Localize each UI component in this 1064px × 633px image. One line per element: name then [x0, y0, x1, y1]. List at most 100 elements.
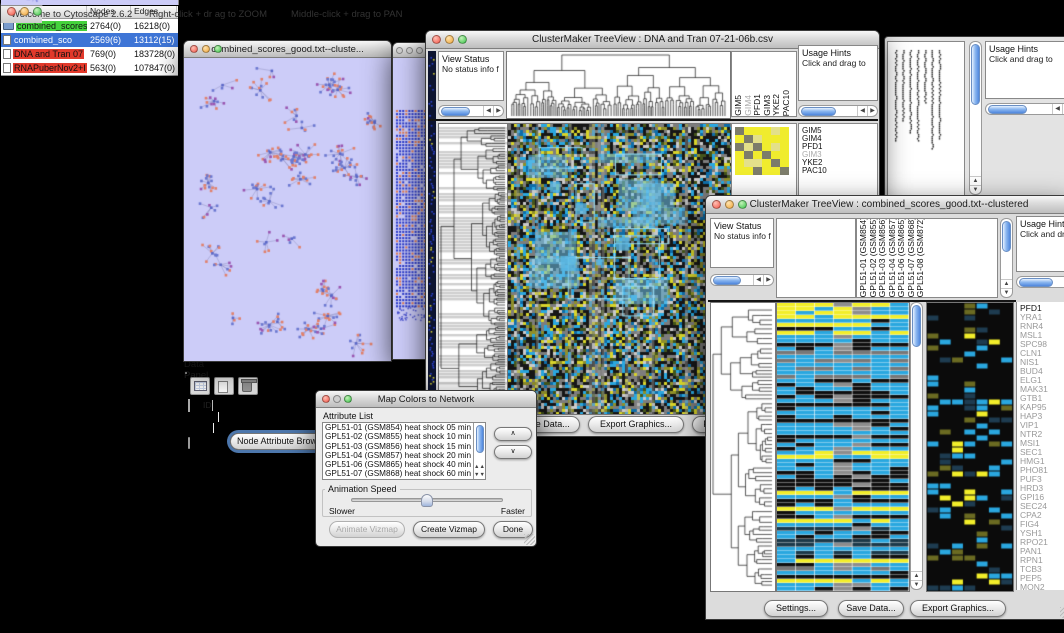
matrix-cell[interactable]: [762, 143, 771, 151]
network-table-row[interactable]: RNAPuberNov2+I563(0)107847(0): [1, 61, 178, 75]
matrix-cell[interactable]: [735, 159, 744, 167]
minimize-button[interactable]: [445, 35, 454, 44]
selection-heatmap[interactable]: [735, 127, 789, 175]
matrix-cell[interactable]: [735, 127, 744, 135]
matrix-cell[interactable]: [753, 127, 762, 135]
animate-vizmap-button[interactable]: Animate Vizmap: [329, 521, 405, 538]
matrix-cell[interactable]: [780, 167, 789, 175]
data-panel-hscrollbar[interactable]: [188, 437, 190, 449]
column-header[interactable]: DNA and Tran 07-21-06b...: [213, 400, 217, 411]
matrix-cell[interactable]: [744, 167, 753, 175]
zoom-button[interactable]: [458, 35, 467, 44]
column-header[interactable]: ID: [189, 400, 213, 411]
attribute-item[interactable]: GPL51-03 (GSM856) heat shock 15 min: [323, 442, 485, 451]
network-table-row[interactable]: DNA and Tran 07769(0)183728(0): [1, 47, 178, 61]
create-vizmap-button[interactable]: Create Vizmap: [413, 521, 485, 538]
zoom-button[interactable]: [416, 47, 423, 54]
table-mode-icon[interactable]: [190, 377, 210, 395]
matrix-cell[interactable]: [780, 143, 789, 151]
close-button[interactable]: [396, 47, 403, 54]
slider-thumb[interactable]: [421, 494, 433, 507]
attribute-list[interactable]: GPL51-01 (GSM854) heat shock 05 min GPL51…: [322, 422, 486, 480]
matrix-cell[interactable]: [753, 143, 762, 151]
network-view-canvas[interactable]: [184, 58, 391, 361]
horizontal-scrollbar[interactable]: [438, 105, 504, 117]
matrix-cell[interactable]: [744, 151, 753, 159]
speed-slider[interactable]: [351, 498, 503, 502]
node-attribute-browser-tab[interactable]: Node Attribute Browser: [230, 433, 328, 450]
label-pane[interactable]: [887, 41, 965, 197]
matrix-cell[interactable]: [744, 159, 753, 167]
horizontal-scrollbar[interactable]: [985, 103, 1064, 115]
titlebar[interactable]: Map Colors to Network: [316, 391, 536, 408]
heatmap-main[interactable]: [776, 302, 910, 592]
minimize-button[interactable]: [333, 395, 341, 403]
column-dendrogram[interactable]: [506, 51, 731, 119]
matrix-cell[interactable]: [762, 127, 771, 135]
resize-grip[interactable]: [524, 534, 535, 545]
gene-label-list[interactable]: PFD1YRA1RNR4MSL1SPC98CLN1NIS1BUD4ELG1MAK…: [1016, 302, 1064, 590]
export-graphics-button[interactable]: Export Graphics...: [910, 600, 1006, 617]
matrix-cell[interactable]: [780, 127, 789, 135]
matrix-cell[interactable]: [753, 159, 762, 167]
matrix-cell[interactable]: [735, 143, 744, 151]
close-button[interactable]: [322, 395, 330, 403]
matrix-cell[interactable]: [753, 151, 762, 159]
matrix-cell[interactable]: [744, 127, 753, 135]
vertical-scrollbar[interactable]: [910, 302, 923, 590]
matrix-cell[interactable]: [771, 151, 780, 159]
selected-column-labels[interactable]: GIM5GIM4PFD1GIM3YKE2PAC10: [731, 51, 797, 117]
heatmap-zoom[interactable]: [926, 302, 1014, 592]
matrix-cell[interactable]: [735, 167, 744, 175]
close-button[interactable]: [190, 45, 198, 53]
matrix-cell[interactable]: [762, 135, 771, 143]
matrix-cell[interactable]: [762, 151, 771, 159]
zoom-button[interactable]: [214, 45, 222, 53]
titlebar[interactable]: combined_scores_good.txt--cluste...: [184, 41, 391, 58]
vertical-scrollbar[interactable]: ▲▼: [473, 423, 485, 479]
attribute-item[interactable]: GPL51-01 (GSM854) heat shock 05 min: [323, 423, 485, 432]
horizontal-scrollbar[interactable]: [1016, 276, 1064, 288]
new-attribute-icon[interactable]: [214, 377, 234, 395]
matrix-cell[interactable]: [771, 167, 780, 175]
matrix-cell[interactable]: [771, 143, 780, 151]
resize-grip[interactable]: [1060, 607, 1064, 618]
global-pixel-strip[interactable]: [428, 51, 436, 433]
heatmap-main[interactable]: [507, 123, 732, 415]
array-label[interactable]: GPL51-08 (GSM872): [916, 218, 926, 297]
zoom-button[interactable]: [33, 7, 42, 16]
close-button[interactable]: [712, 200, 721, 209]
matrix-cell[interactable]: [780, 135, 789, 143]
move-up-button[interactable]: ∧: [494, 427, 532, 441]
settings-button[interactable]: Settings...: [764, 600, 828, 617]
move-down-button[interactable]: ∨: [494, 445, 532, 459]
attribute-item[interactable]: GPL51-07 (GSM868) heat shock 60 min: [323, 469, 485, 478]
close-button[interactable]: [432, 35, 441, 44]
network-view-canvas[interactable]: [393, 58, 429, 359]
matrix-cell[interactable]: [753, 167, 762, 175]
minimize-button[interactable]: [202, 45, 210, 53]
matrix-cell[interactable]: [771, 135, 780, 143]
close-button[interactable]: [7, 7, 16, 16]
matrix-cell[interactable]: [771, 127, 780, 135]
attribute-item[interactable]: GPL51-06 (GSM865) heat shock 40 min: [323, 460, 485, 469]
minimize-button[interactable]: [725, 200, 734, 209]
row-dendrogram[interactable]: [710, 302, 776, 592]
network-table-row[interactable]: combined_sco2569(6)13112(15): [1, 33, 178, 47]
matrix-cell[interactable]: [762, 159, 771, 167]
delete-attribute-icon[interactable]: [238, 377, 258, 395]
vertical-scrollbar[interactable]: [969, 41, 982, 195]
gene-label[interactable]: PAC10: [802, 167, 877, 175]
titlebar[interactable]: ClusterMaker TreeView : combined_scores_…: [706, 196, 1064, 214]
minimize-button[interactable]: [20, 7, 29, 16]
matrix-cell[interactable]: [744, 135, 753, 143]
matrix-cell[interactable]: [780, 159, 789, 167]
horizontal-scrollbar[interactable]: [710, 274, 774, 286]
matrix-cell[interactable]: [744, 143, 753, 151]
matrix-cell[interactable]: [753, 135, 762, 143]
titlebar[interactable]: [393, 43, 429, 58]
matrix-cell[interactable]: [762, 167, 771, 175]
save-data-button[interactable]: Save Data...: [838, 600, 904, 617]
matrix-cell[interactable]: [771, 159, 780, 167]
matrix-cell[interactable]: [735, 135, 744, 143]
